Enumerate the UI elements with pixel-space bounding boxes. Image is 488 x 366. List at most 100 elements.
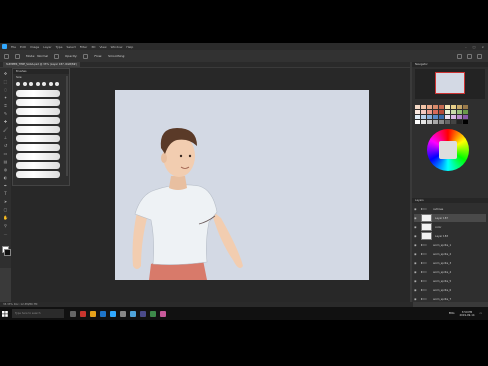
- app-icon[interactable]: [160, 310, 166, 317]
- brush-preset[interactable]: [16, 171, 60, 178]
- color-swatch[interactable]: [433, 115, 438, 119]
- color-swatch[interactable]: [445, 105, 450, 109]
- color-swatch[interactable]: [421, 115, 426, 119]
- artboard-canvas[interactable]: [115, 90, 369, 280]
- color-swatch[interactable]: [433, 110, 438, 114]
- color-swatch[interactable]: [445, 120, 450, 124]
- color-swatch[interactable]: [451, 120, 456, 124]
- layer-row[interactable]: ◉ ▸▭ outlines: [414, 205, 486, 213]
- menu-filter[interactable]: Filter: [80, 45, 87, 49]
- brush-preset[interactable]: [16, 162, 60, 169]
- color-swatch[interactable]: [457, 105, 462, 109]
- eye-icon[interactable]: ◉: [414, 243, 418, 247]
- eye-icon[interactable]: ◉: [414, 297, 418, 301]
- app-icon[interactable]: [120, 310, 126, 317]
- color-swatch[interactable]: [427, 110, 432, 114]
- color-swatch[interactable]: [427, 115, 432, 119]
- color-swatch[interactable]: [451, 110, 456, 114]
- layer-row[interactable]: ◉ ▸▭ anim_sprite_7: [414, 295, 486, 303]
- layer-row[interactable]: ◉ ▸▭ anim_sprite_5: [414, 277, 486, 285]
- color-swatch[interactable]: [427, 105, 432, 109]
- dodge-tool-icon[interactable]: ◐: [2, 174, 9, 180]
- layer-row[interactable]: ◉ Layer 187: [414, 214, 486, 222]
- gradient-tool-icon[interactable]: ▤: [2, 158, 9, 164]
- swatch-grid[interactable]: [415, 105, 485, 124]
- airbrush-icon[interactable]: [83, 53, 89, 59]
- color-swatch[interactable]: [421, 105, 426, 109]
- document-tab[interactable]: SUMMER_TIME_SAGA.psd @ 33% (Layer 187, R…: [3, 62, 80, 67]
- navigator-preview[interactable]: [415, 69, 485, 99]
- crop-tool-icon[interactable]: ⌗: [2, 102, 9, 108]
- close-icon[interactable]: ×: [481, 45, 484, 49]
- color-swatch[interactable]: [457, 120, 462, 124]
- brush-preset[interactable]: [16, 144, 60, 151]
- app-icon[interactable]: [80, 310, 86, 317]
- brush-preset[interactable]: [16, 126, 60, 133]
- notifications-icon[interactable]: ▭: [480, 312, 482, 315]
- zoom-tool-icon[interactable]: ⚲: [2, 222, 9, 228]
- more-tools-icon[interactable]: …: [2, 230, 9, 236]
- layers-tab[interactable]: Layers: [412, 198, 488, 203]
- app-icon[interactable]: [150, 310, 156, 317]
- brush-tip[interactable]: [16, 82, 20, 86]
- layer-row[interactable]: ◉ color: [414, 223, 486, 231]
- navigator-tab[interactable]: Navigator: [412, 62, 488, 67]
- color-swatch[interactable]: [457, 115, 462, 119]
- brush-preset[interactable]: [16, 90, 60, 97]
- menu-image[interactable]: Image: [30, 45, 39, 49]
- layer-row[interactable]: ◉ ▸▭ anim_sprite_2: [414, 250, 486, 258]
- language-indicator[interactable]: ENG: [449, 312, 455, 315]
- color-swatch[interactable]: [421, 110, 426, 114]
- menu-type[interactable]: Type: [56, 45, 63, 49]
- eye-icon[interactable]: ◉: [414, 216, 418, 220]
- eye-icon[interactable]: ◉: [414, 261, 418, 265]
- zoom-level[interactable]: 33.33%: [3, 303, 13, 306]
- eye-icon[interactable]: ◉: [414, 252, 418, 256]
- app-icon[interactable]: [140, 310, 146, 317]
- share-icon[interactable]: [477, 53, 482, 59]
- menu-edit[interactable]: Edit: [20, 45, 26, 49]
- eye-icon[interactable]: ◉: [414, 288, 418, 292]
- background-color-swatch[interactable]: [4, 249, 11, 256]
- eyedropper-tool-icon[interactable]: ✎: [2, 110, 9, 116]
- eye-icon[interactable]: ◉: [414, 234, 418, 238]
- layer-row[interactable]: ◉ ▸▭ anim_sprite_3: [414, 259, 486, 267]
- eye-icon[interactable]: ◉: [414, 270, 418, 274]
- workspace-icon[interactable]: [467, 53, 472, 59]
- color-swatch[interactable]: [439, 105, 444, 109]
- brush-preset[interactable]: [16, 153, 60, 160]
- color-swatch[interactable]: [439, 110, 444, 114]
- brush-tool-icon[interactable]: 🖌: [2, 126, 9, 132]
- brush-settings-icon[interactable]: [15, 53, 20, 59]
- brush-tip[interactable]: [29, 82, 33, 86]
- navigator-thumbnail[interactable]: [435, 72, 465, 94]
- color-swatch[interactable]: [463, 110, 468, 114]
- hand-tool-icon[interactable]: ✋: [2, 214, 9, 220]
- color-swatch[interactable]: [433, 105, 438, 109]
- history-brush-icon[interactable]: ↺: [2, 142, 9, 148]
- color-swatch[interactable]: [463, 120, 468, 124]
- layer-row[interactable]: ◉ ▸▭ anim_sprite_1: [414, 241, 486, 249]
- menu-3d[interactable]: 3D: [91, 45, 95, 49]
- color-swatch[interactable]: [463, 105, 468, 109]
- layer-row[interactable]: ◉ ▸▭ anim_sprite_4: [414, 268, 486, 276]
- color-swatch[interactable]: [427, 120, 432, 124]
- menu-window[interactable]: Window: [111, 45, 123, 49]
- color-swatch[interactable]: [457, 110, 462, 114]
- color-swatch[interactable]: [421, 120, 426, 124]
- color-wheel-center[interactable]: [439, 141, 457, 159]
- menu-select[interactable]: Select: [67, 45, 76, 49]
- color-swatch[interactable]: [451, 105, 456, 109]
- menu-help[interactable]: Help: [126, 45, 133, 49]
- brush-tip[interactable]: [42, 82, 46, 86]
- minimize-icon[interactable]: –: [465, 45, 467, 49]
- color-swatch[interactable]: [433, 120, 438, 124]
- app-icon[interactable]: [100, 310, 106, 317]
- windows-icon[interactable]: [0, 307, 10, 320]
- brush-tip[interactable]: [48, 82, 53, 86]
- color-swatch[interactable]: [439, 115, 444, 119]
- color-swatch[interactable]: [451, 115, 456, 119]
- color-swatch[interactable]: [415, 105, 420, 109]
- eye-icon[interactable]: ◉: [414, 225, 418, 229]
- shape-tool-icon[interactable]: ▢: [2, 206, 9, 212]
